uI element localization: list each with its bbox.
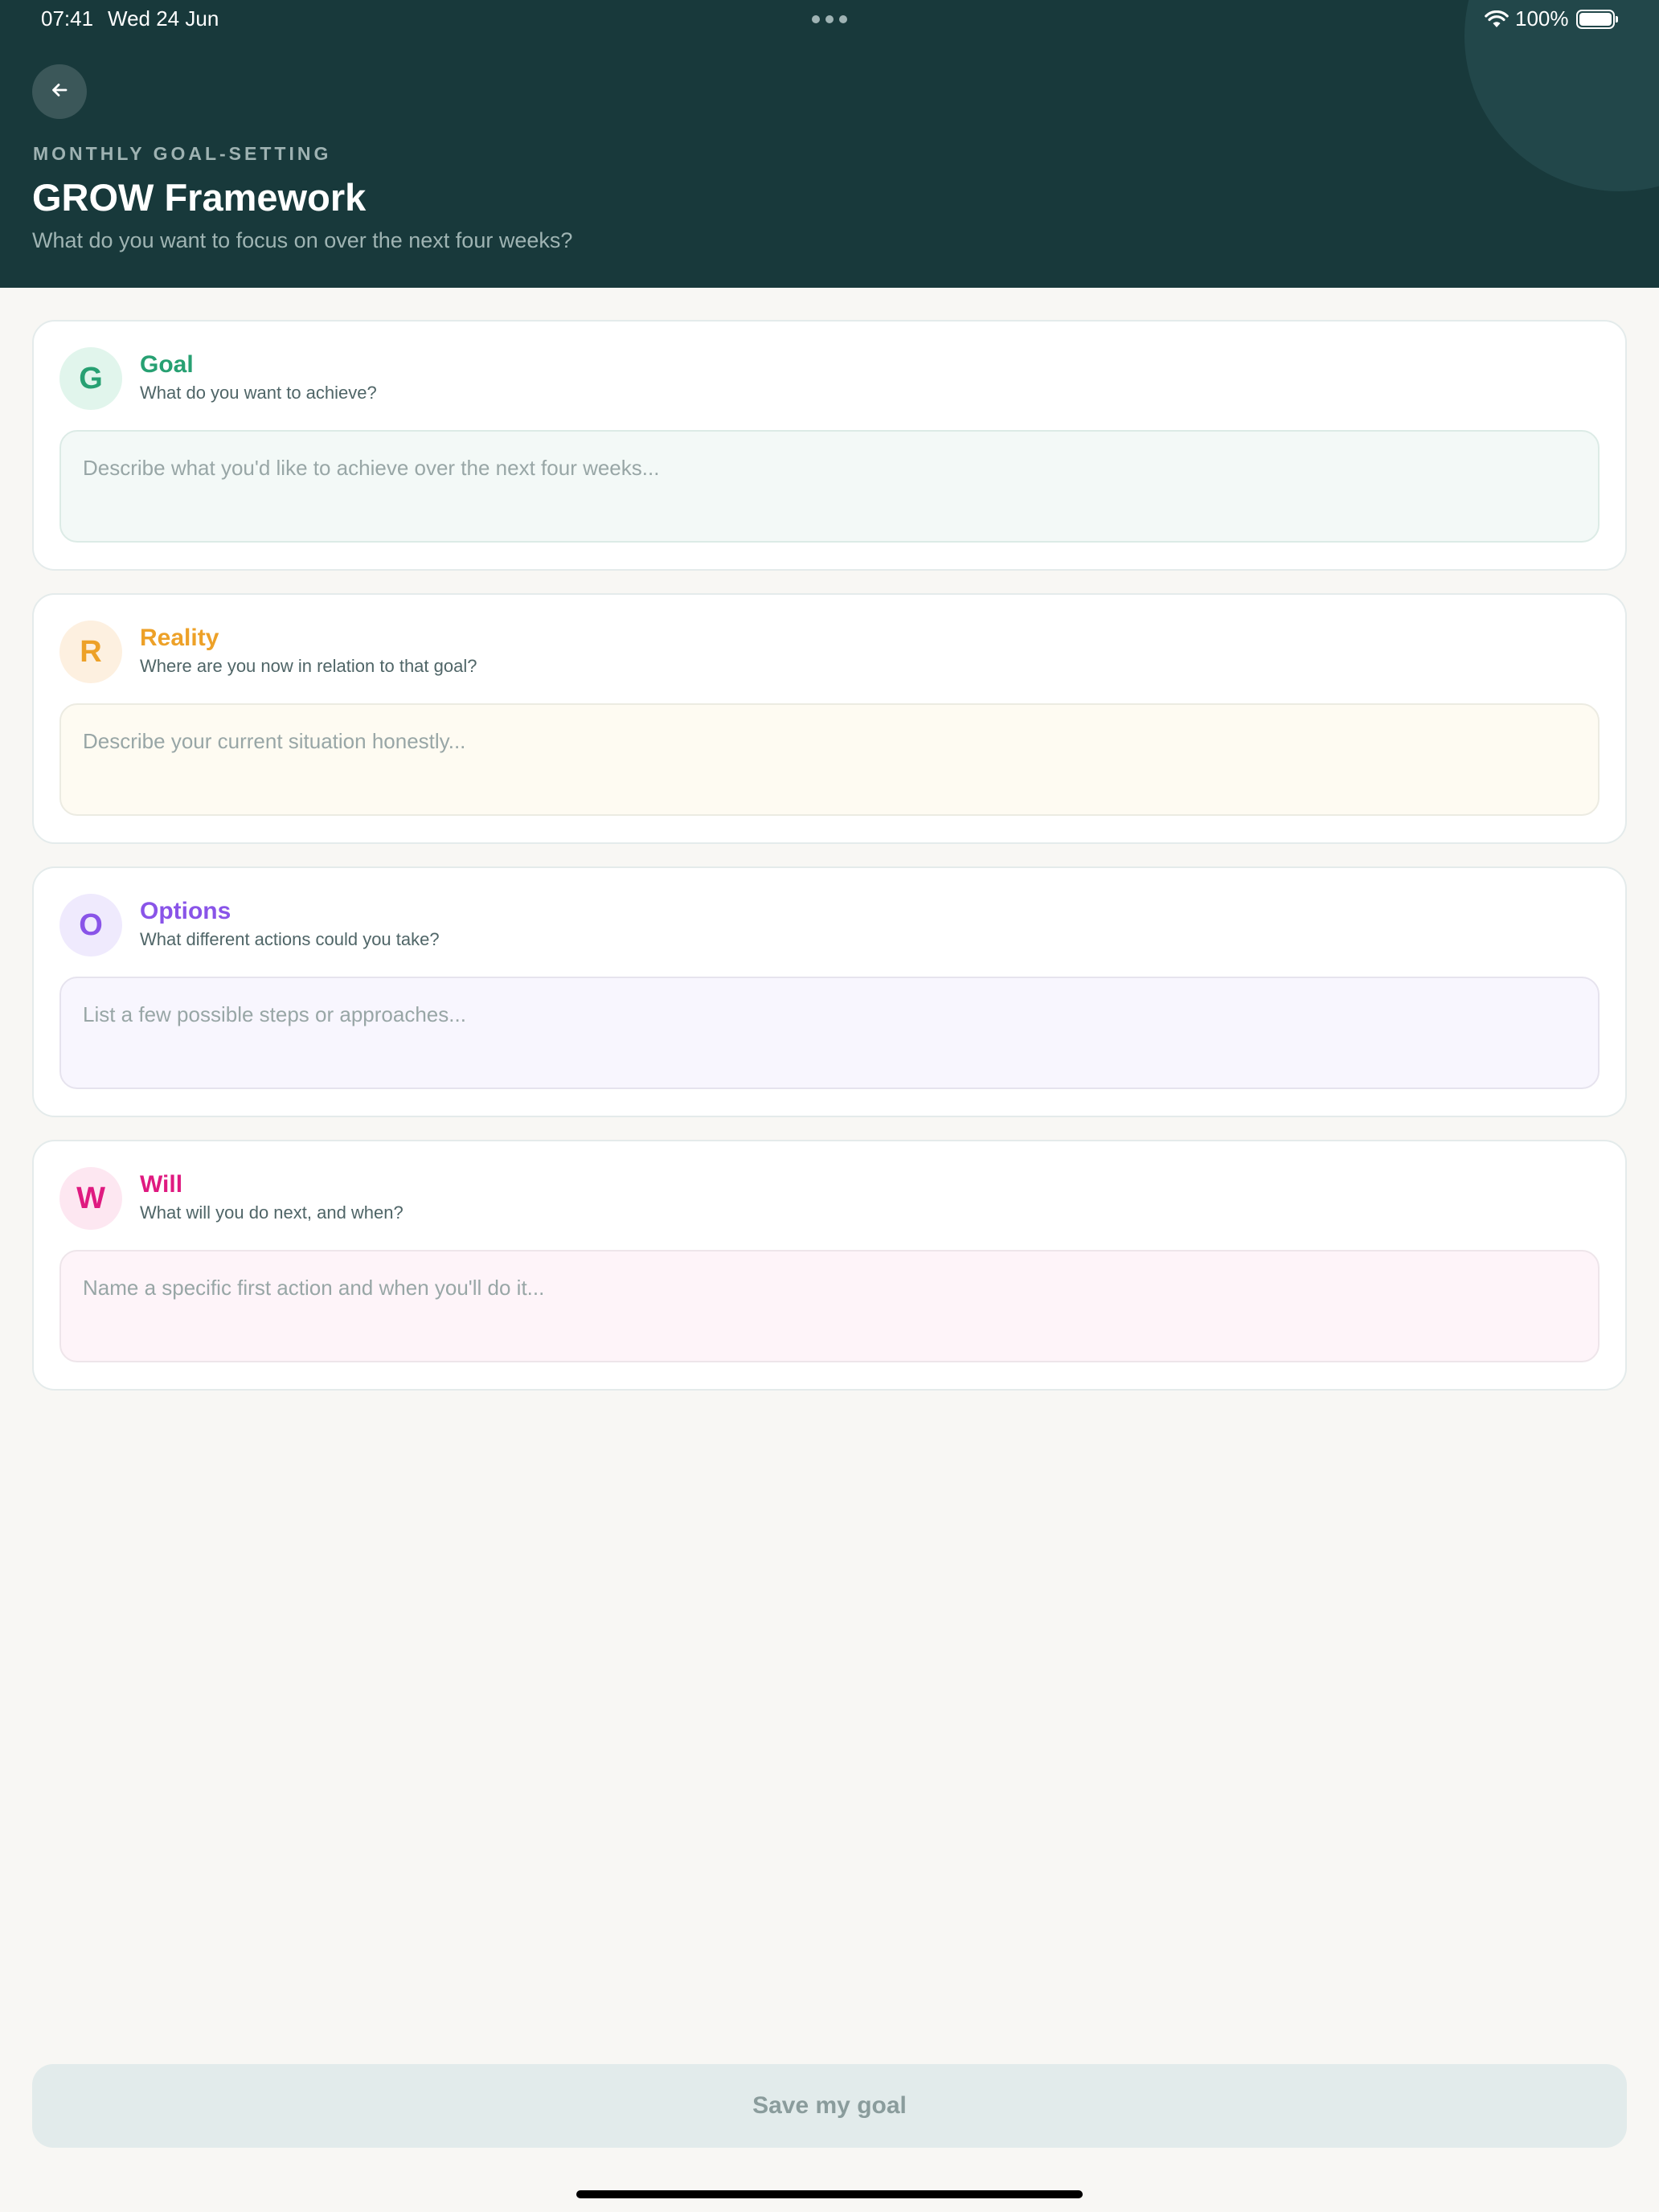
status-bar: 07:41 Wed 24 Jun 100%: [0, 0, 1659, 39]
battery-percentage: 100%: [1515, 6, 1569, 31]
reality-card: R Reality Where are you now in relation …: [32, 593, 1627, 844]
goal-description: What do you want to achieve?: [140, 383, 377, 403]
goal-title: Goal: [140, 351, 194, 378]
arrow-left-icon: [49, 80, 70, 104]
status-date: Wed 24 Jun: [108, 6, 219, 31]
options-letter-badge: O: [59, 894, 122, 956]
battery-icon: [1576, 10, 1618, 29]
goal-card: G Goal What do you want to achieve? Desc…: [32, 320, 1627, 571]
page-subtitle: What do you want to focus on over the ne…: [32, 228, 573, 252]
options-card: O Options What different actions could y…: [32, 866, 1627, 1117]
options-title: Options: [140, 898, 231, 924]
home-indicator[interactable]: [576, 2190, 1083, 2198]
goal-input[interactable]: Describe what you'd like to achieve over…: [59, 430, 1600, 543]
save-goal-button[interactable]: Save my goal: [32, 2064, 1627, 2148]
will-letter-badge: W: [59, 1167, 122, 1230]
back-button[interactable]: [32, 64, 87, 119]
reality-description: Where are you now in relation to that go…: [140, 656, 477, 676]
goal-letter-badge: G: [59, 347, 122, 410]
options-input[interactable]: List a few possible steps or approaches.…: [59, 977, 1600, 1089]
will-card: W Will What will you do next, and when? …: [32, 1140, 1627, 1391]
page-title: GROW Framework: [32, 176, 367, 219]
reality-title: Reality: [140, 625, 219, 651]
header: 07:41 Wed 24 Jun 100% MONTHLY GOAL-SETTI…: [0, 0, 1659, 288]
wifi-icon: [1485, 9, 1509, 34]
multitasking-dots-icon[interactable]: [812, 15, 847, 23]
will-title: Will: [140, 1171, 183, 1198]
reality-input[interactable]: Describe your current situation honestly…: [59, 703, 1600, 816]
reality-letter-badge: R: [59, 621, 122, 683]
will-input[interactable]: Name a specific first action and when yo…: [59, 1250, 1600, 1362]
options-description: What different actions could you take?: [140, 929, 440, 949]
header-eyebrow: MONTHLY GOAL-SETTING: [33, 143, 332, 164]
status-time: 07:41: [41, 6, 94, 31]
will-description: What will you do next, and when?: [140, 1202, 403, 1223]
